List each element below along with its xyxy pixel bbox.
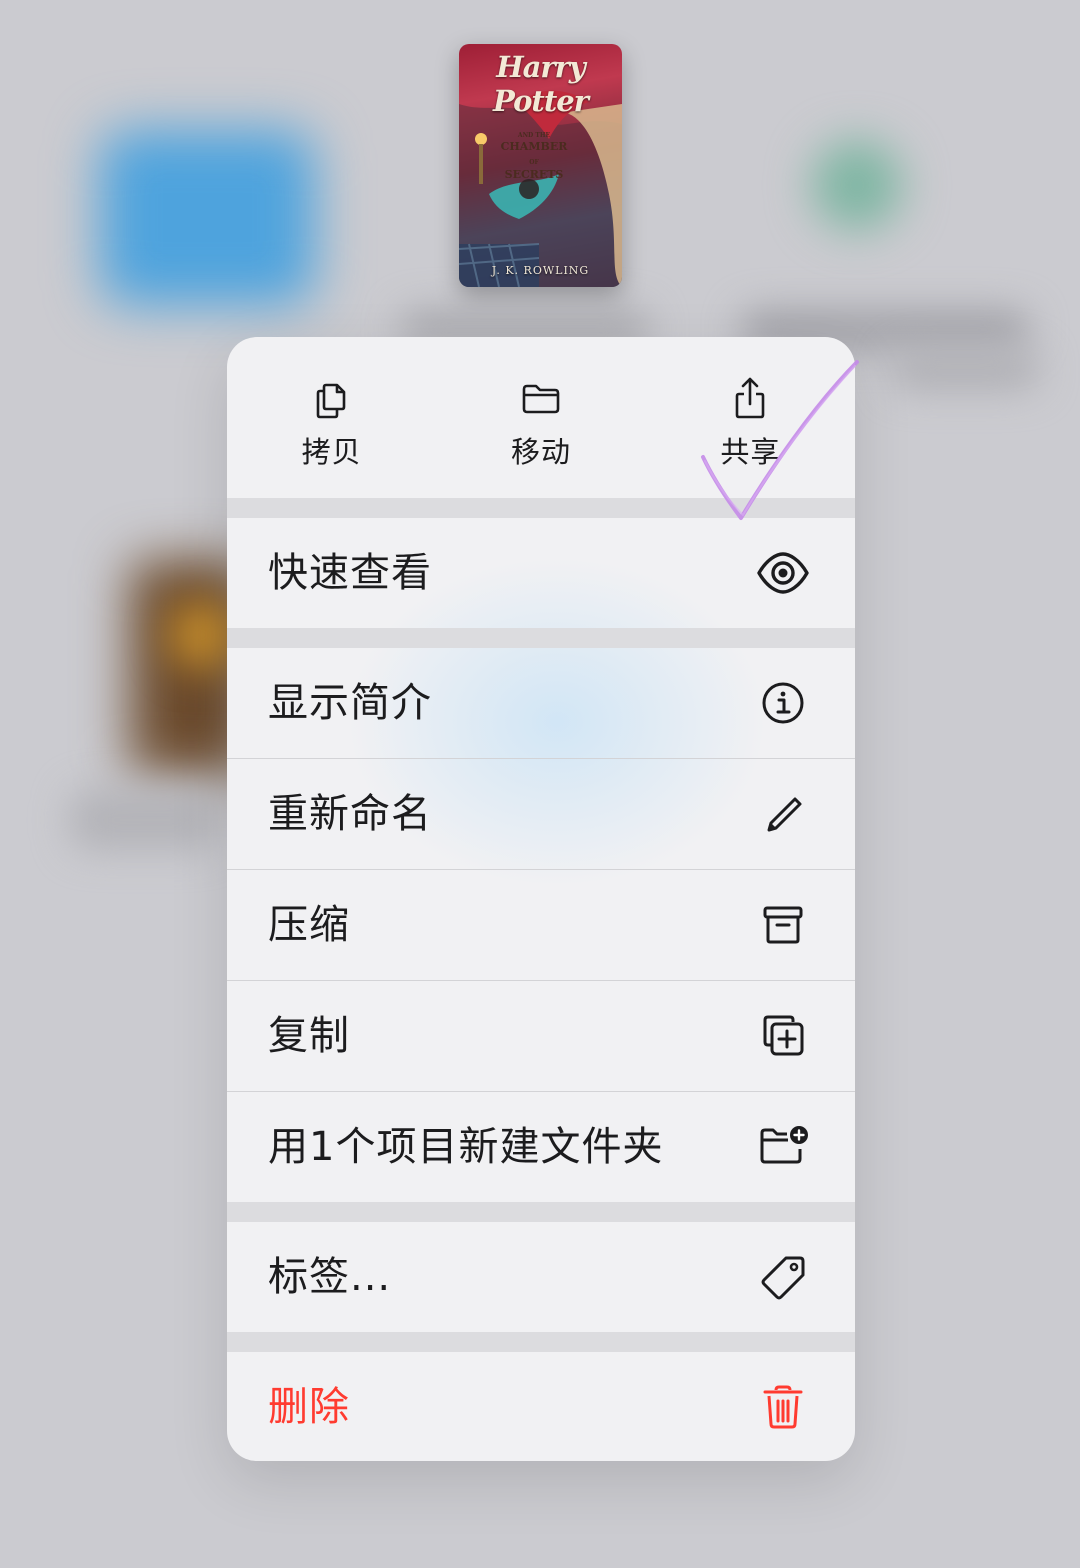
menu-item-label: 复制 xyxy=(268,1013,350,1059)
tag-icon xyxy=(761,1256,805,1300)
section-separator xyxy=(227,1332,855,1352)
menu-item-label: 显示简介 xyxy=(268,680,432,726)
blurred-folder-icon xyxy=(100,130,315,305)
info-icon xyxy=(762,682,804,724)
copy-icon xyxy=(316,383,345,419)
menu-item-delete[interactable]: 删除 xyxy=(227,1352,855,1461)
menu-item-label: 删除 xyxy=(268,1384,350,1430)
cover-author: J. K. ROWLING xyxy=(491,264,590,277)
menu-item-compress[interactable]: 压缩 xyxy=(227,870,855,980)
menu-item-rename[interactable]: 重新命名 xyxy=(227,759,855,869)
quick-actions-bar: 拷贝 移动 共享 xyxy=(227,337,855,498)
menu-item-duplicate[interactable]: 复制 xyxy=(227,981,855,1091)
section-separator xyxy=(227,628,855,648)
archive-icon xyxy=(763,906,803,944)
pencil-icon xyxy=(767,797,802,832)
share-icon xyxy=(736,377,765,419)
menu-item-label: 标签... xyxy=(268,1254,392,1300)
menu-item-tags[interactable]: 标签... xyxy=(227,1222,855,1332)
copy-button[interactable]: 拷贝 xyxy=(227,337,436,498)
cover-title: Harry Potter xyxy=(493,50,589,118)
menu-item-label: 重新命名 xyxy=(268,791,432,837)
copy-label: 拷贝 xyxy=(301,435,362,469)
move-label: 移动 xyxy=(510,435,571,469)
move-button[interactable]: 移动 xyxy=(436,337,645,498)
share-button[interactable]: 共享 xyxy=(646,337,855,498)
cover-subtitle: AND THE CHAMBER OF SECRETS xyxy=(500,132,568,181)
menu-item-get-info[interactable]: 显示简介 xyxy=(227,648,855,758)
duplicate-icon xyxy=(763,1015,804,1056)
menu-item-label: 压缩 xyxy=(268,902,350,948)
menu-item-quick-look[interactable]: 快速查看 xyxy=(227,518,855,628)
new-folder-icon xyxy=(760,1126,808,1164)
context-menu: 拷贝 移动 共享 快速查看 显示简介 重新命名 压缩 复制 用1个项目新建文件夹… xyxy=(227,337,855,1461)
menu-item-label: 快速查看 xyxy=(268,550,432,596)
eye-icon xyxy=(757,552,809,594)
menu-item-new-folder-with-item[interactable]: 用1个项目新建文件夹 xyxy=(227,1092,855,1202)
section-separator xyxy=(227,1202,855,1222)
folder-icon xyxy=(522,384,560,414)
section-separator xyxy=(227,498,855,518)
trash-icon xyxy=(763,1385,803,1429)
blurred-file-icon xyxy=(812,140,902,230)
menu-item-label: 用1个项目新建文件夹 xyxy=(268,1124,664,1170)
share-label: 共享 xyxy=(720,435,781,469)
file-preview-thumbnail: Harry Potter AND THE CHAMBER OF SECRETS … xyxy=(459,44,622,287)
